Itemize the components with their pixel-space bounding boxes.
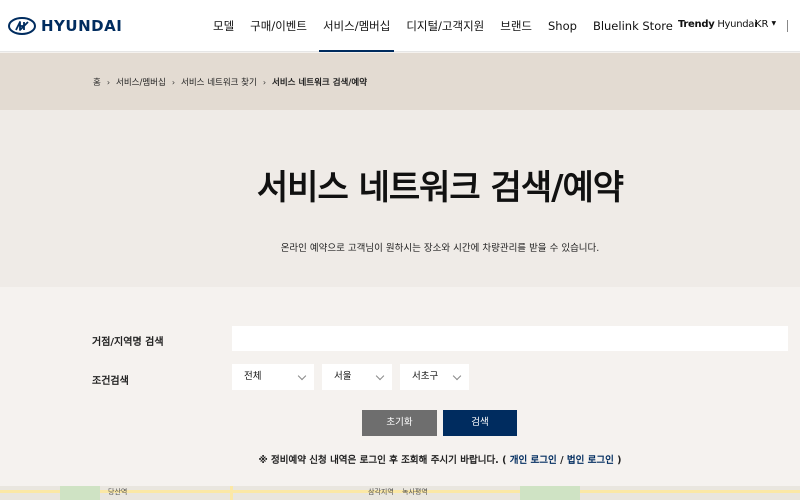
map-label: 당산역 <box>108 488 128 496</box>
page-description: 온라인 예약으로 고객님이 원하시는 장소와 시간에 차량관리를 받을 수 있습… <box>280 243 600 254</box>
breadcrumb-current: 서비스 네트워크 검색/예약 <box>272 78 368 88</box>
map-label: 녹사평역 <box>402 488 428 496</box>
hyundai-logo[interactable]: HYUNDAI <box>8 14 122 38</box>
reset-button[interactable]: 초기화 <box>362 410 437 436</box>
notice-prefix: ※ 정비예약 신청 내역은 로그인 후 조회해 주시기 바랍니다. ( <box>258 455 510 466</box>
header-divider <box>787 20 788 32</box>
hyundai-emblem-icon <box>8 17 36 35</box>
chevron-down-icon <box>375 371 385 381</box>
city-select[interactable]: 서울 <box>322 364 392 390</box>
nav-item-digital-support[interactable]: 디지털/고객지원 <box>398 0 492 52</box>
chevron-right-icon: › <box>106 77 111 87</box>
chevron-right-icon: › <box>171 77 176 87</box>
nav-item-brand[interactable]: 브랜드 <box>492 0 540 52</box>
corporate-login-link[interactable]: 법인 로그인 <box>567 455 614 466</box>
trendy-rest-text: Hyundai <box>714 19 757 30</box>
nav-item-service-membership[interactable]: 서비스/멤버십 <box>315 0 398 52</box>
language-selector[interactable]: KR ▼ <box>755 19 776 30</box>
location-search-input[interactable] <box>232 326 788 351</box>
hero-section: 서비스 네트워크 검색/예약 온라인 예약으로 고객님이 원하시는 장소와 시간… <box>0 110 800 287</box>
district-select[interactable]: 서초구 <box>400 364 469 390</box>
nav-item-shop[interactable]: Shop <box>540 0 585 52</box>
nav-item-models[interactable]: 모델 <box>205 0 242 52</box>
chevron-right-icon: › <box>262 77 267 87</box>
breadcrumb-band: 홈 › 서비스/멤버십 › 서비스 네트워크 찾기 › 서비스 네트워크 검색/… <box>0 53 800 110</box>
language-label: KR <box>755 19 769 30</box>
breadcrumb-service-membership[interactable]: 서비스/멤버십 <box>116 76 166 88</box>
map-road <box>230 486 233 500</box>
page-title: 서비스 네트워크 검색/예약 <box>256 168 624 208</box>
personal-login-link[interactable]: 개인 로그인 <box>510 455 557 466</box>
chevron-down-icon <box>297 371 307 381</box>
chevron-down-icon <box>452 371 462 381</box>
condition-label: 조건검색 <box>92 376 129 387</box>
search-label: 거점/지역명 검색 <box>92 337 164 348</box>
map-label: 삼각지역 <box>368 488 394 496</box>
breadcrumb-home[interactable]: 홈 <box>93 76 101 88</box>
caret-down-icon: ▼ <box>771 20 777 27</box>
search-button[interactable]: 검색 <box>443 410 517 436</box>
type-select[interactable]: 전체 <box>232 364 314 390</box>
trendy-bold-text: Trendy <box>678 19 715 30</box>
site-header: HYUNDAI 모델 구매/이벤트 서비스/멤버십 디지털/고객지원 브랜드 S… <box>0 0 800 52</box>
type-select-value: 전체 <box>244 371 262 382</box>
notice-separator: / <box>556 455 567 466</box>
service-network-map[interactable]: 당산역 삼각지역 녹사평역 <box>0 486 800 500</box>
login-notice: ※ 정비예약 신청 내역은 로그인 후 조회해 주시기 바랍니다. ( 개인 로… <box>0 452 800 466</box>
trendy-hyundai-link[interactable]: Trendy Hyundai <box>678 19 757 30</box>
main-nav: 모델 구매/이벤트 서비스/멤버십 디지털/고객지원 브랜드 Shop Blue… <box>205 0 681 52</box>
nav-item-purchase-events[interactable]: 구매/이벤트 <box>242 0 315 52</box>
logo-text: HYUNDAI <box>41 17 123 35</box>
nav-item-bluelink-store[interactable]: Bluelink Store <box>585 0 681 52</box>
breadcrumb: 홈 › 서비스/멤버십 › 서비스 네트워크 찾기 › 서비스 네트워크 검색/… <box>93 76 368 89</box>
breadcrumb-service-network[interactable]: 서비스 네트워크 찾기 <box>181 76 257 88</box>
notice-suffix: ) <box>613 455 622 466</box>
city-select-value: 서울 <box>334 371 352 382</box>
map-park <box>520 486 580 500</box>
map-park <box>60 486 100 500</box>
district-select-value: 서초구 <box>412 371 439 382</box>
